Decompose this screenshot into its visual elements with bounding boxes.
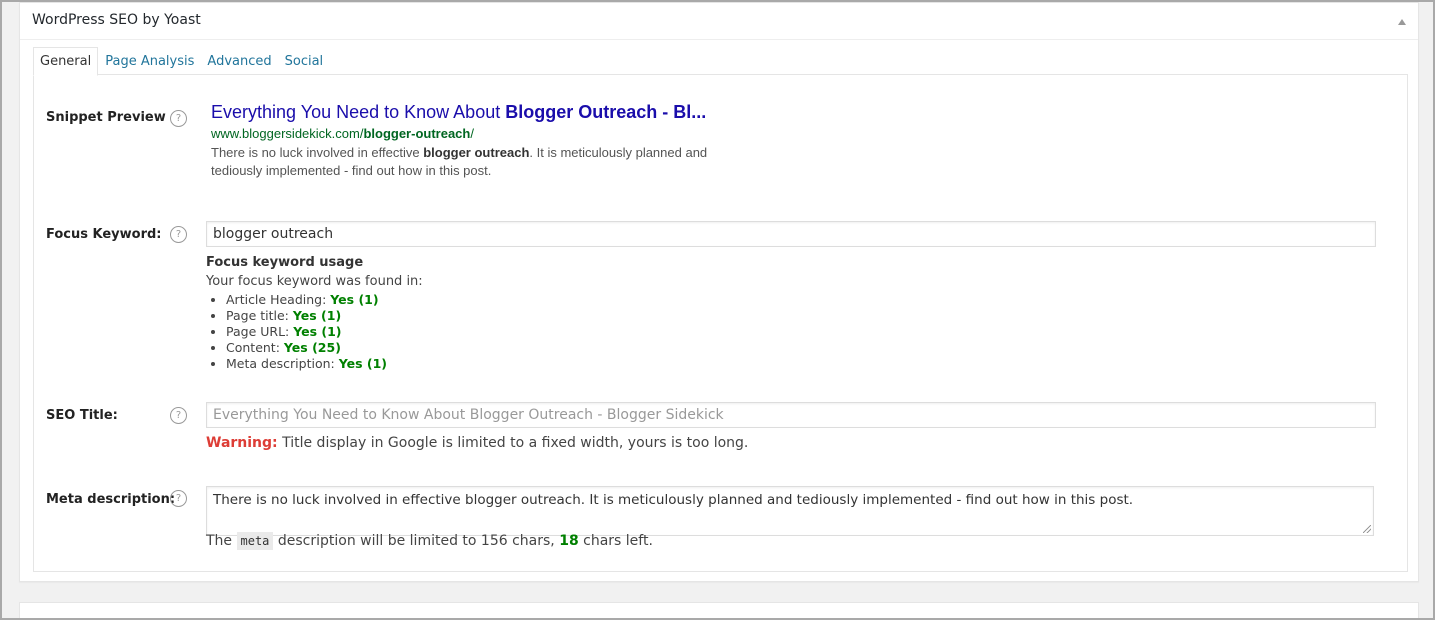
counter-middle: description will be limited to 156 chars… (273, 533, 560, 549)
yoast-seo-metabox: WordPress SEO by Yoast General Page Anal… (19, 2, 1419, 582)
collapse-arrow-icon[interactable] (1398, 19, 1406, 25)
usage-item-label: Article Heading: (226, 292, 331, 307)
metabox-header[interactable]: WordPress SEO by Yoast (20, 3, 1418, 40)
meta-description-counter: The meta description will be limited to … (206, 532, 653, 550)
list-item: Meta description: Yes (1) (226, 356, 423, 372)
snippet-url-slug: blogger-outreach (363, 126, 471, 141)
usage-item-result: Yes (1) (330, 292, 379, 307)
snippet-title: Everything You Need to Know About Blogge… (211, 102, 731, 123)
help-icon[interactable]: ? (170, 407, 187, 424)
counter-prefix: The (206, 533, 237, 549)
meta-description-textarea[interactable]: There is no luck involved in effective b… (206, 486, 1374, 536)
list-item: Content: Yes (25) (226, 340, 423, 356)
usage-item-label: Content: (226, 340, 284, 355)
snippet-url-domain: www.bloggersidekick.com/ (211, 126, 364, 141)
help-icon[interactable]: ? (170, 490, 187, 507)
usage-item-result: Yes (25) (283, 340, 341, 355)
tab-general[interactable]: General (33, 47, 99, 76)
seo-title-input[interactable]: Everything You Need to Know About Blogge… (206, 402, 1376, 428)
usage-item-result: Yes (1) (338, 356, 388, 371)
usage-item-result: Yes (1) (292, 308, 342, 323)
focus-keyword-usage: Focus keyword usage Your focus keyword w… (206, 255, 423, 372)
usage-item-result: Yes (1) (293, 324, 342, 339)
tab-page-analysis[interactable]: Page Analysis (99, 47, 200, 75)
list-item: Page URL: Yes (1) (226, 324, 423, 340)
snippet-title-bold: Blogger Outreach - Bl... (505, 102, 707, 122)
snippet-url-suffix: / (470, 126, 474, 141)
next-metabox (19, 602, 1419, 618)
metabox-tabs: General Page Analysis Advanced Social (33, 47, 330, 76)
usage-intro: Your focus keyword was found in: (206, 274, 423, 289)
focus-keyword-label: Focus Keyword: (46, 227, 162, 242)
resize-handle-icon[interactable] (1363, 525, 1371, 533)
meta-description-text: There is no luck involved in effective b… (213, 492, 1134, 508)
snippet-desc-text: There is no luck involved in effective (211, 145, 424, 160)
snippet-desc-bold: blogger outreach (423, 145, 530, 160)
general-tab-panel: Snippet Preview ? Everything You Need to… (33, 74, 1408, 572)
snippet-preview-label: Snippet Preview (46, 110, 166, 125)
focus-keyword-input[interactable]: blogger outreach (206, 221, 1376, 247)
snippet-title-text: Everything You Need to Know About (211, 102, 506, 122)
warning-label: Warning: (206, 435, 278, 451)
counter-suffix: chars left. (578, 533, 653, 549)
usage-item-label: Page URL: (226, 324, 294, 339)
counter-code: meta (236, 532, 274, 550)
usage-list: Article Heading: Yes (1) Page title: Yes… (206, 292, 423, 372)
snippet-preview: Everything You Need to Know About Blogge… (211, 102, 731, 180)
snippet-url: www.bloggersidekick.com/blogger-outreach… (211, 126, 731, 141)
list-item: Article Heading: Yes (1) (226, 292, 423, 308)
meta-description-label: Meta description: (46, 492, 176, 507)
help-icon[interactable]: ? (170, 226, 187, 243)
seo-title-warning: Warning: Title display in Google is limi… (206, 435, 748, 451)
list-item: Page title: Yes (1) (226, 308, 423, 324)
usage-item-label: Page title: (226, 308, 293, 323)
tab-advanced[interactable]: Advanced (201, 47, 277, 75)
metabox-title: WordPress SEO by Yoast (32, 12, 201, 28)
warning-text: Title display in Google is limited to a … (277, 435, 749, 451)
snippet-description: There is no luck involved in effective b… (211, 144, 731, 180)
usage-heading: Focus keyword usage (206, 255, 364, 270)
usage-item-label: Meta description: (226, 356, 339, 371)
seo-title-label: SEO Title: (46, 408, 118, 423)
help-icon[interactable]: ? (170, 110, 187, 127)
tab-social[interactable]: Social (279, 47, 330, 75)
chars-left-count: 18 (559, 533, 579, 549)
screenshot-frame: WordPress SEO by Yoast General Page Anal… (0, 0, 1435, 620)
